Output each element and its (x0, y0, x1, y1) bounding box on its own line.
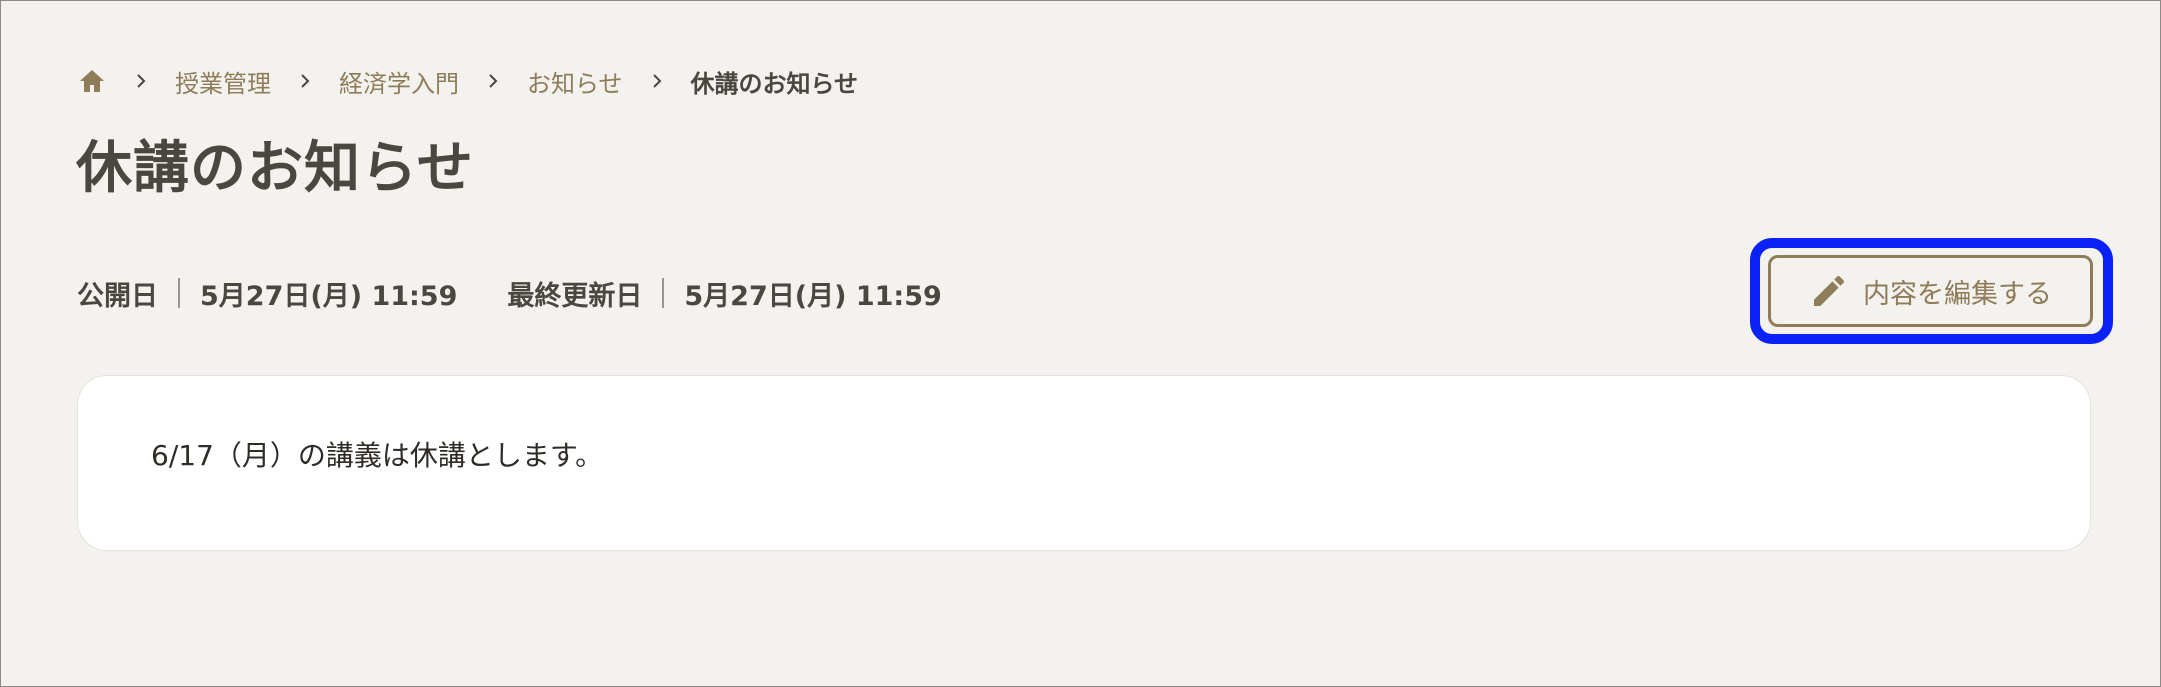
published-label: 公開日 (77, 280, 158, 312)
edit-content-button[interactable]: 内容を編集する (1768, 255, 2093, 327)
pencil-icon (1814, 275, 1845, 306)
updated-date: 5月27日(月) 11:59 (684, 280, 942, 312)
meta-divider (662, 278, 665, 308)
breadcrumb-item-notices[interactable]: お知らせ (527, 64, 623, 99)
breadcrumb-item-course[interactable]: 経済学入門 (339, 64, 459, 99)
meta-divider (178, 278, 180, 308)
chevron-right-icon (271, 66, 339, 96)
edit-content-label: 内容を編集する (1863, 278, 2052, 310)
breadcrumb-item-course-management[interactable]: 授業管理 (175, 64, 271, 99)
notice-meta: 公開日 5月27日(月) 11:59 最終更新日 5月27日(月) 11:59 (77, 271, 942, 315)
page-title: 休講のお知らせ (76, 136, 474, 201)
breadcrumb: 授業管理 経済学入門 お知らせ 休講のお知らせ (77, 61, 858, 101)
chevron-right-icon (459, 66, 527, 96)
chevron-right-icon (623, 66, 691, 96)
chevron-right-icon (107, 66, 175, 96)
notice-content-card: 6/17（月）の講義は休講とします。 (77, 375, 2091, 551)
home-icon (80, 70, 104, 92)
notice-detail-page: 授業管理 経済学入門 お知らせ 休講のお知らせ 休講のお知らせ 公開日 5月27… (0, 0, 2161, 687)
published-date: 5月27日(月) 11:59 (200, 280, 458, 312)
breadcrumb-home[interactable] (77, 66, 107, 96)
notice-body: 6/17（月）の講義は休講とします。 (151, 439, 604, 472)
breadcrumb-current: 休講のお知らせ (690, 69, 859, 98)
updated-label: 最終更新日 (507, 280, 643, 312)
